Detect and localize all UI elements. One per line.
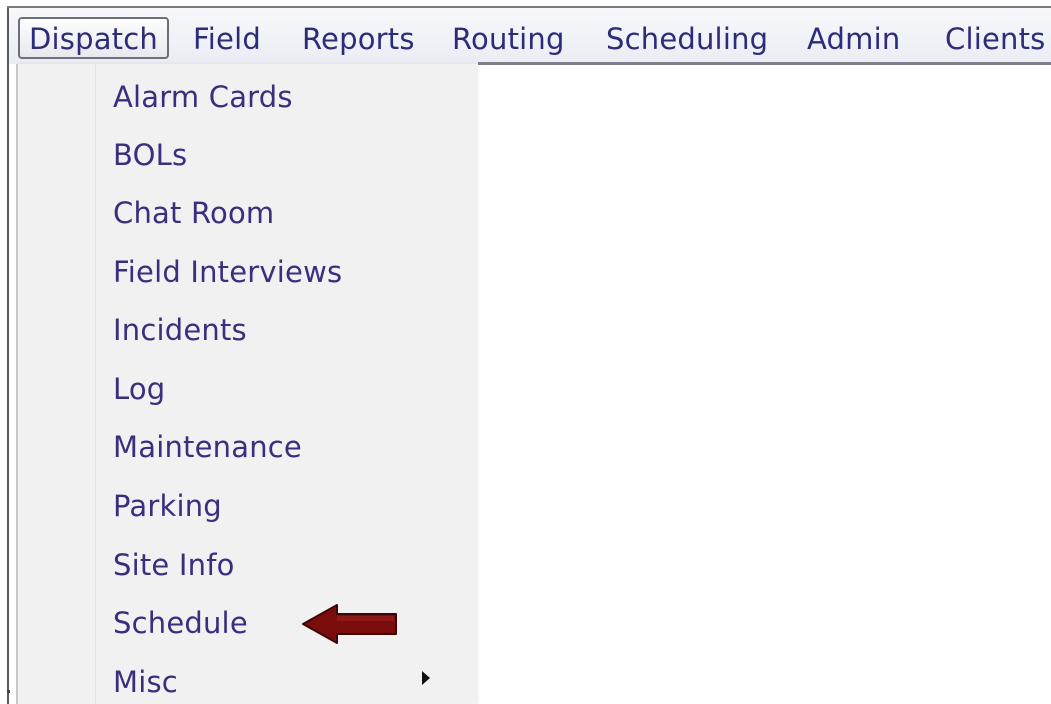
menu-field[interactable]: Field [193, 17, 261, 61]
menu-dispatch[interactable]: Dispatch [18, 17, 169, 59]
dropdown-icon-gutter [95, 64, 96, 704]
menu-admin[interactable]: Admin [807, 17, 900, 61]
left-arrow-icon [302, 604, 397, 644]
menu-item-schedule[interactable]: Schedule [113, 598, 248, 648]
menu-item-chat-room[interactable]: Chat Room [113, 188, 274, 238]
menu-item-bols[interactable]: BOLs [113, 130, 187, 180]
menu-routing[interactable]: Routing [452, 17, 565, 61]
menu-item-parking[interactable]: Parking [113, 481, 222, 531]
menu-item-site-info[interactable]: Site Info [113, 540, 235, 590]
menu-reports[interactable]: Reports [302, 17, 415, 61]
menu-clients[interactable]: Clients [945, 17, 1045, 61]
menu-item-field-interviews[interactable]: Field Interviews [113, 247, 342, 297]
menu-item-maintenance[interactable]: Maintenance [113, 422, 302, 472]
chevron-right-icon [422, 671, 430, 685]
menu-scheduling[interactable]: Scheduling [606, 17, 768, 61]
app-window: Dispatch Field Reports Routing Schedulin… [0, 0, 1051, 704]
menu-item-incidents[interactable]: Incidents [113, 305, 247, 355]
window-corner-mark [7, 690, 10, 693]
menu-item-log[interactable]: Log [113, 364, 165, 414]
menu-bar-divider [478, 62, 1051, 65]
window-left-border [7, 8, 9, 704]
menu-item-alarm-cards[interactable]: Alarm Cards [113, 72, 293, 122]
menu-item-misc[interactable]: Misc [113, 657, 178, 704]
